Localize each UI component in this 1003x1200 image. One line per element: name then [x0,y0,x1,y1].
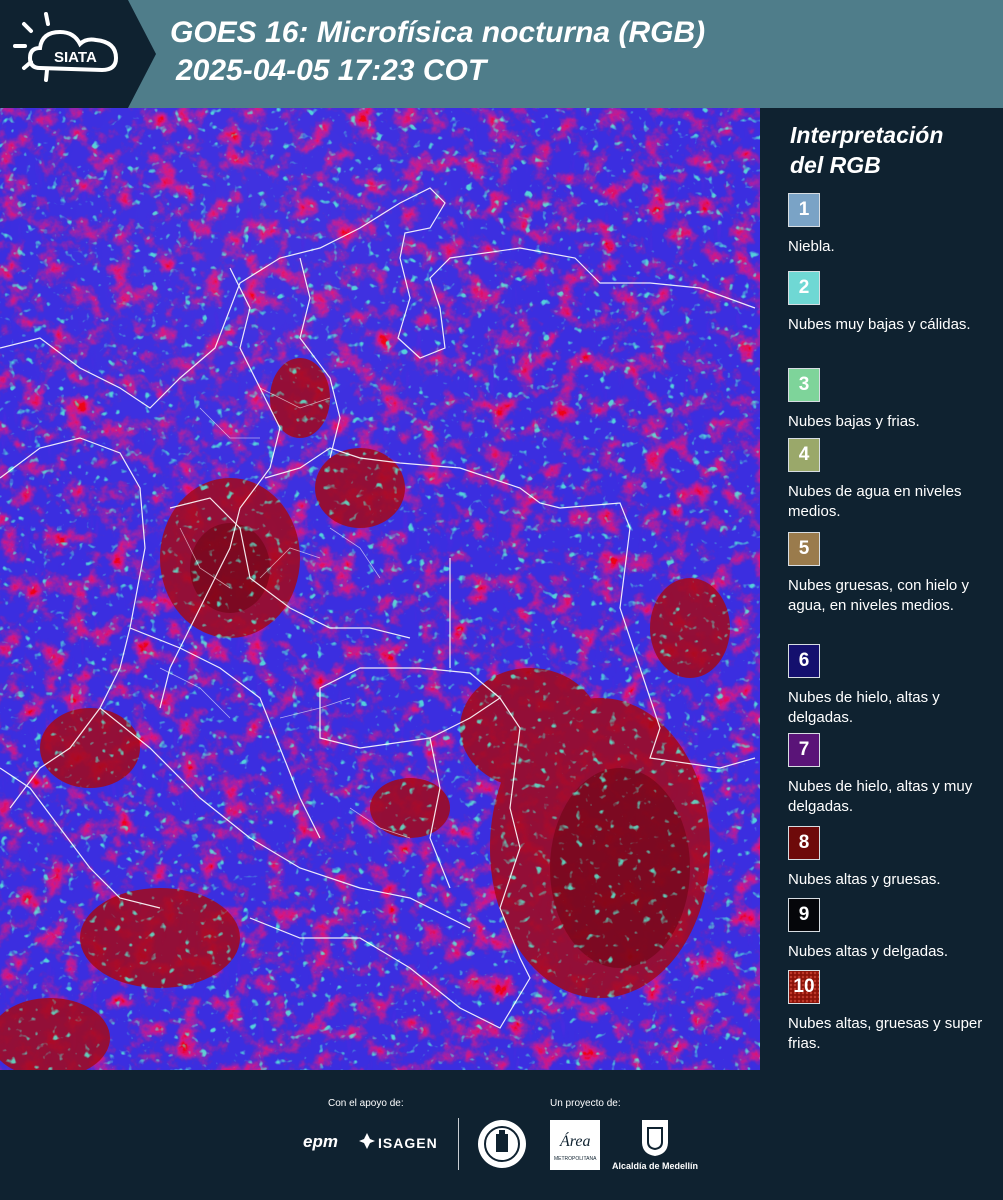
alcaldia-shield-icon [642,1120,668,1156]
support-caption: Con el apoyo de: [328,1098,404,1109]
footer-bar: Con el apoyo de: Un proyecto de: epm ISA… [0,1070,1003,1200]
legend-item: 8 Nubes altas y gruesas. [788,826,998,890]
legend-item: 1 Niebla. [788,193,998,257]
legend-swatch: 5 [788,532,820,566]
siata-logo: SIATA [0,0,160,108]
legend-title-line1: Interpretación [790,122,944,148]
legend-title: Interpretación del RGB [790,120,990,180]
legend-label: Nubes altas y gruesas. [788,871,941,888]
legend-label: Nubes de hielo, altas y delgadas. [788,689,940,726]
legend-label: Nubes altas y delgadas. [788,943,949,960]
legend-swatch: 8 [788,826,820,860]
alcaldia-label: Alcaldía de Medellín [612,1161,699,1171]
satellite-map[interactable] [0,108,760,1070]
area-metropolitana-logo: Área METROPOLITANA [550,1120,600,1170]
area-logo-subtext: METROPOLITANA [554,1156,597,1162]
legend-panel: Interpretación del RGB 1 Niebla. 2 Nubes… [760,108,1003,1070]
legend-swatch: 3 [788,368,820,402]
siata-logo-text: SIATA [54,49,97,66]
legend-swatch: 4 [788,438,820,472]
legend-swatch: 9 [788,898,820,932]
legend-label: Nubes de agua en niveles medios. [788,483,962,520]
page-timestamp: 2025-04-05 17:23 COT [176,54,487,87]
legend-item: 2 Nubes muy bajas y cálidas. [788,271,998,335]
university-seal-icon [478,1120,526,1168]
legend-title-line2: del RGB [790,152,881,178]
legend-label: Nubes de hielo, altas y muy delgadas. [788,778,973,815]
legend-item: 9 Nubes altas y delgadas. [788,898,998,962]
footer-divider [458,1118,459,1170]
legend-label: Nubes muy bajas y cálidas. [788,316,971,333]
isagen-icon [359,1133,375,1149]
legend-item: 10 Nubes altas, gruesas y super frias. [788,970,998,1054]
legend-swatch: 10 [788,970,820,1004]
legend-label: Niebla. [788,238,835,255]
page-title: GOES 16: Microfísica nocturna (RGB) [170,16,706,49]
legend-swatch: 6 [788,644,820,678]
project-caption: Un proyecto de: [550,1098,621,1109]
legend-swatch: 1 [788,193,820,227]
legend-item: 6 Nubes de hielo, altas y delgadas. [788,644,998,728]
legend-item: 4 Nubes de agua en niveles medios. [788,438,998,522]
area-logo-text: Área [559,1131,591,1150]
legend-item: 7 Nubes de hielo, altas y muy delgadas. [788,733,998,817]
legend-swatch: 7 [788,733,820,767]
legend-swatch: 2 [788,271,820,305]
legend-label: Nubes altas, gruesas y super frias. [788,1015,983,1052]
legend-label: Nubes bajas y frias. [788,413,920,430]
legend-label: Nubes gruesas, con hielo y agua, en nive… [788,577,969,614]
isagen-logo: ISAGEN [378,1135,438,1151]
header-bar: SIATA GOES 16: Microfísica nocturna (RGB… [0,0,1003,108]
legend-item: 5 Nubes gruesas, con hielo y agua, en ni… [788,532,998,616]
legend-item: 3 Nubes bajas y frias. [788,368,998,432]
epm-logo: epm [303,1132,338,1151]
